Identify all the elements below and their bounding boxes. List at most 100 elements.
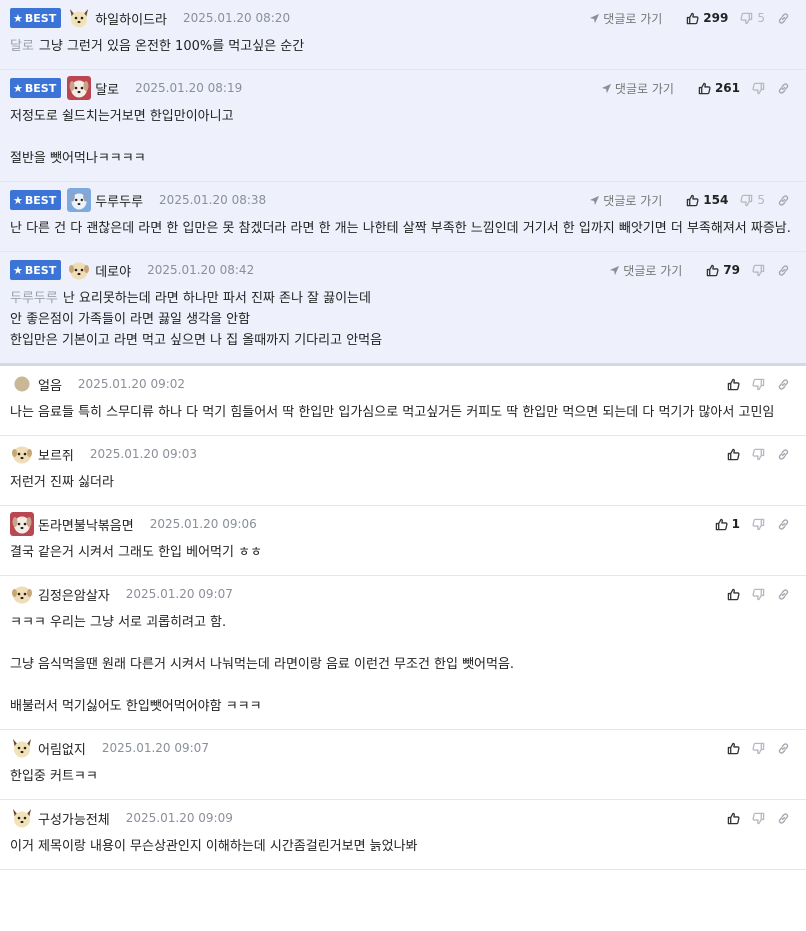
- thumbs-down-icon: [752, 588, 765, 600]
- nickname[interactable]: 달로: [95, 79, 119, 98]
- comment-header: 얼음 2025.01.20 09:02: [10, 366, 796, 402]
- goto-comment-link[interactable]: 댓글로 가기: [609, 262, 682, 279]
- comment-date: 2025.01.20 09:06: [149, 517, 257, 531]
- best-badge: ★ BEST: [10, 8, 62, 28]
- downvote-button[interactable]: 5: [740, 193, 765, 207]
- upvote-button[interactable]: [727, 588, 740, 601]
- link-button[interactable]: [777, 742, 790, 755]
- downvote-button[interactable]: [752, 264, 765, 277]
- comment-header: 김정은암살자 2025.01.20 09:07: [10, 576, 796, 612]
- thumbs-up-icon: [715, 518, 728, 530]
- downvote-button[interactable]: 5: [740, 11, 765, 25]
- avatar[interactable]: [67, 6, 91, 30]
- link-button[interactable]: [777, 264, 790, 277]
- comment-text: ㅋㅋㅋ 우리는 그냥 서로 괴롭히려고 함. 그냥 음식먹을땐 원래 다른거 시…: [10, 615, 515, 714]
- comment-date: 2025.01.20 09:07: [125, 587, 233, 601]
- nickname[interactable]: 두루두루: [95, 191, 143, 210]
- link-button[interactable]: [777, 518, 790, 531]
- link-button[interactable]: [777, 812, 790, 825]
- link-button[interactable]: [777, 378, 790, 391]
- comment: ★BEST 두루두루 2025.01.20 08:38 댓글로 가기 154: [0, 182, 806, 252]
- goto-comment-link[interactable]: 댓글로 가기: [589, 192, 662, 209]
- upvote-button[interactable]: [727, 742, 740, 755]
- avatar[interactable]: [10, 442, 34, 466]
- avatar[interactable]: [10, 512, 34, 536]
- downvote-button[interactable]: [752, 378, 765, 391]
- comment-date: 2025.01.20 09:03: [89, 447, 197, 461]
- avatar[interactable]: [10, 736, 34, 760]
- goto-comment-link[interactable]: 댓글로 가기: [601, 80, 674, 97]
- mention[interactable]: 두루두루: [10, 291, 58, 306]
- comment-actions: [715, 436, 790, 472]
- comment-actions: [715, 576, 790, 612]
- nickname[interactable]: 돈라면불낙볶음면: [38, 515, 134, 534]
- comment-actions: [715, 366, 790, 402]
- comment-actions: [715, 800, 790, 836]
- comment: 얼음 2025.01.20 09:02 나는 음료들 특히 스무디류 하나 다 …: [0, 366, 806, 436]
- mention[interactable]: 달로: [10, 39, 34, 54]
- best-badge-label: BEST: [24, 11, 57, 25]
- thumbs-up-icon: [727, 588, 740, 600]
- upvote-button[interactable]: 299: [686, 11, 728, 25]
- comment-header: 구성가능전체 2025.01.20 09:09: [10, 800, 796, 836]
- upvote-button[interactable]: 1: [715, 517, 740, 531]
- arrow-icon: [610, 265, 620, 275]
- link-button[interactable]: [777, 82, 790, 95]
- link-icon: [778, 448, 789, 460]
- nickname[interactable]: 얼음: [38, 375, 62, 394]
- nickname[interactable]: 김정은암살자: [38, 585, 110, 604]
- upvote-count: 154: [703, 193, 729, 207]
- avatar[interactable]: [10, 372, 34, 396]
- comment: 구성가능전체 2025.01.20 09:09 이거 제목이랑 내용이 무슨상관…: [0, 800, 806, 870]
- nickname[interactable]: 보르쥐: [38, 445, 74, 464]
- link-button[interactable]: [777, 12, 790, 25]
- comment: ★ BEST 달로 2025.01.20 08:19 댓글로 가기 261 저정…: [0, 70, 806, 182]
- upvote-button[interactable]: [727, 812, 740, 825]
- upvote-button[interactable]: 261: [698, 81, 740, 95]
- comment-header: ★BEST 두루두루 2025.01.20 08:38 댓글로 가기 154: [10, 182, 796, 218]
- avatar[interactable]: [67, 76, 92, 100]
- link-icon: [778, 812, 789, 824]
- downvote-button[interactable]: [752, 82, 765, 95]
- goto-comment-label: 댓글로 가기: [614, 81, 674, 96]
- avatar[interactable]: [67, 188, 92, 212]
- comment-header: ★ BEST 데로야 2025.01.20 08:42 댓글로 가기 79: [10, 252, 796, 288]
- comment-text: 난 요리못하는데 라면 하나만 파서 진짜 존나 잘 끓이는데 안 좋은점이 가…: [10, 291, 383, 348]
- link-button[interactable]: [777, 588, 790, 601]
- nickname[interactable]: 어림없지: [38, 739, 86, 758]
- comment: ★ BEST 하일하이드라 2025.01.20 08:20 댓글로 가기 299: [0, 0, 806, 70]
- downvote-button[interactable]: [752, 448, 765, 461]
- thumbs-up-icon: [727, 378, 740, 390]
- goto-comment-link[interactable]: 댓글로 가기: [589, 10, 662, 27]
- upvote-button[interactable]: 79: [706, 263, 740, 277]
- avatar[interactable]: [10, 806, 34, 830]
- comment-actions: 댓글로 가기 261: [601, 70, 790, 106]
- link-button[interactable]: [777, 194, 790, 207]
- thumbs-up-icon: [698, 82, 711, 94]
- thumbs-up-icon: [727, 812, 740, 824]
- upvote-button[interactable]: 154: [686, 193, 728, 207]
- downvote-button[interactable]: [752, 812, 765, 825]
- upvote-button[interactable]: [727, 378, 740, 391]
- comment: 보르쥐 2025.01.20 09:03 저런거 진짜 싫더라: [0, 436, 806, 506]
- nickname[interactable]: 데로야: [95, 261, 131, 280]
- thumbs-down-icon: [752, 82, 765, 94]
- comment-header: 보르쥐 2025.01.20 09:03: [10, 436, 796, 472]
- star-icon: ★: [13, 81, 23, 95]
- downvote-button[interactable]: [752, 518, 765, 531]
- downvote-button[interactable]: [752, 588, 765, 601]
- comment-header: ★ BEST 달로 2025.01.20 08:19 댓글로 가기 261: [10, 70, 796, 106]
- nickname[interactable]: 구성가능전체: [38, 809, 110, 828]
- upvote-button[interactable]: [727, 448, 740, 461]
- avatar[interactable]: [10, 582, 34, 606]
- avatar-icon: [69, 262, 90, 280]
- avatar[interactable]: [67, 258, 91, 282]
- avatar-icon: [14, 376, 30, 392]
- thumbs-up-icon: [707, 264, 719, 276]
- nickname[interactable]: 하일하이드라: [95, 9, 167, 28]
- link-button[interactable]: [777, 448, 790, 461]
- comment-body: ㅋㅋㅋ 우리는 그냥 서로 괴롭히려고 함. 그냥 음식먹을땐 원래 다른거 시…: [10, 612, 796, 729]
- link-icon: [778, 12, 789, 24]
- downvote-button[interactable]: [752, 742, 765, 755]
- comment-body: 난 다른 건 다 괜찮은데 라면 한 입만은 못 참겠더라 라면 한 개는 나한…: [10, 218, 796, 251]
